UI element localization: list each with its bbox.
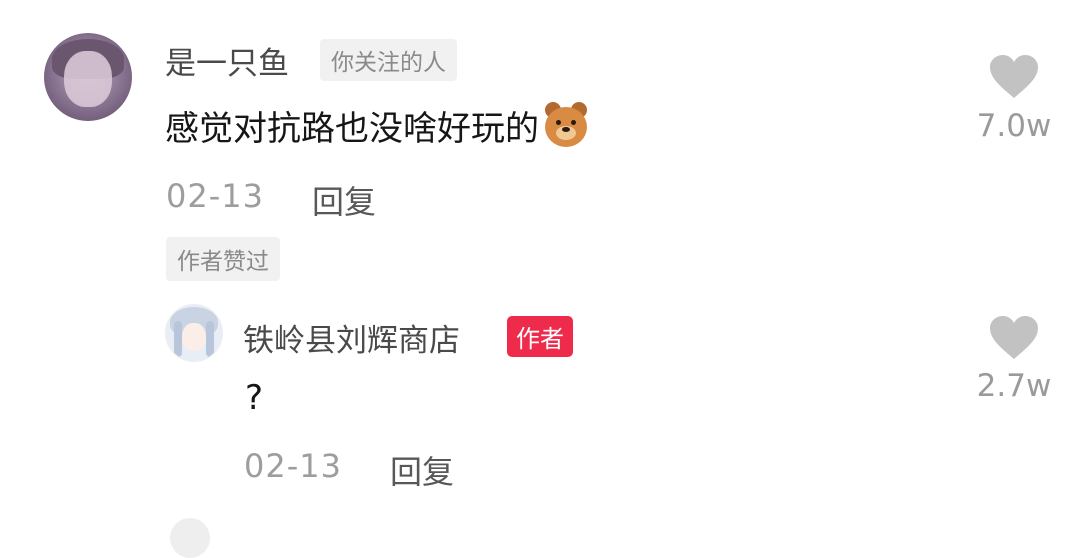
heart-icon bbox=[990, 316, 1038, 359]
reply-reply-button[interactable]: 回复 bbox=[390, 447, 454, 493]
reply-like-button[interactable] bbox=[988, 315, 1040, 365]
heart-icon bbox=[990, 55, 1038, 98]
bear-emoji-icon bbox=[543, 102, 589, 148]
comment-date: 02-13 bbox=[166, 177, 264, 215]
avatar-face bbox=[182, 323, 206, 351]
comment-username[interactable]: 是一只鱼 bbox=[165, 38, 289, 83]
reply-text: ? bbox=[245, 378, 264, 418]
comment-like-button[interactable] bbox=[988, 54, 1040, 104]
author-badge: 作者 bbox=[507, 316, 573, 357]
comment-text: 感觉对抗路也没啥好玩的 bbox=[165, 101, 589, 150]
next-reply-avatar-partial bbox=[170, 518, 210, 558]
avatar-hair-lock bbox=[174, 321, 182, 357]
comment-like-count: 7.0w bbox=[976, 108, 1052, 144]
avatar-face bbox=[64, 51, 112, 107]
author-liked-tag: 作者赞过 bbox=[166, 237, 280, 281]
comment-reply-button[interactable]: 回复 bbox=[312, 177, 376, 223]
avatar-hair-lock bbox=[206, 321, 214, 357]
reply-avatar[interactable] bbox=[165, 304, 223, 362]
reply-like-count: 2.7w bbox=[976, 368, 1052, 404]
reply-username[interactable]: 铁岭县刘辉商店 bbox=[243, 315, 460, 360]
comment-text-content: 感觉对抗路也没啥好玩的 bbox=[165, 109, 539, 149]
comment-avatar[interactable] bbox=[44, 33, 132, 121]
following-tag: 你关注的人 bbox=[320, 39, 457, 81]
reply-date: 02-13 bbox=[244, 447, 342, 485]
